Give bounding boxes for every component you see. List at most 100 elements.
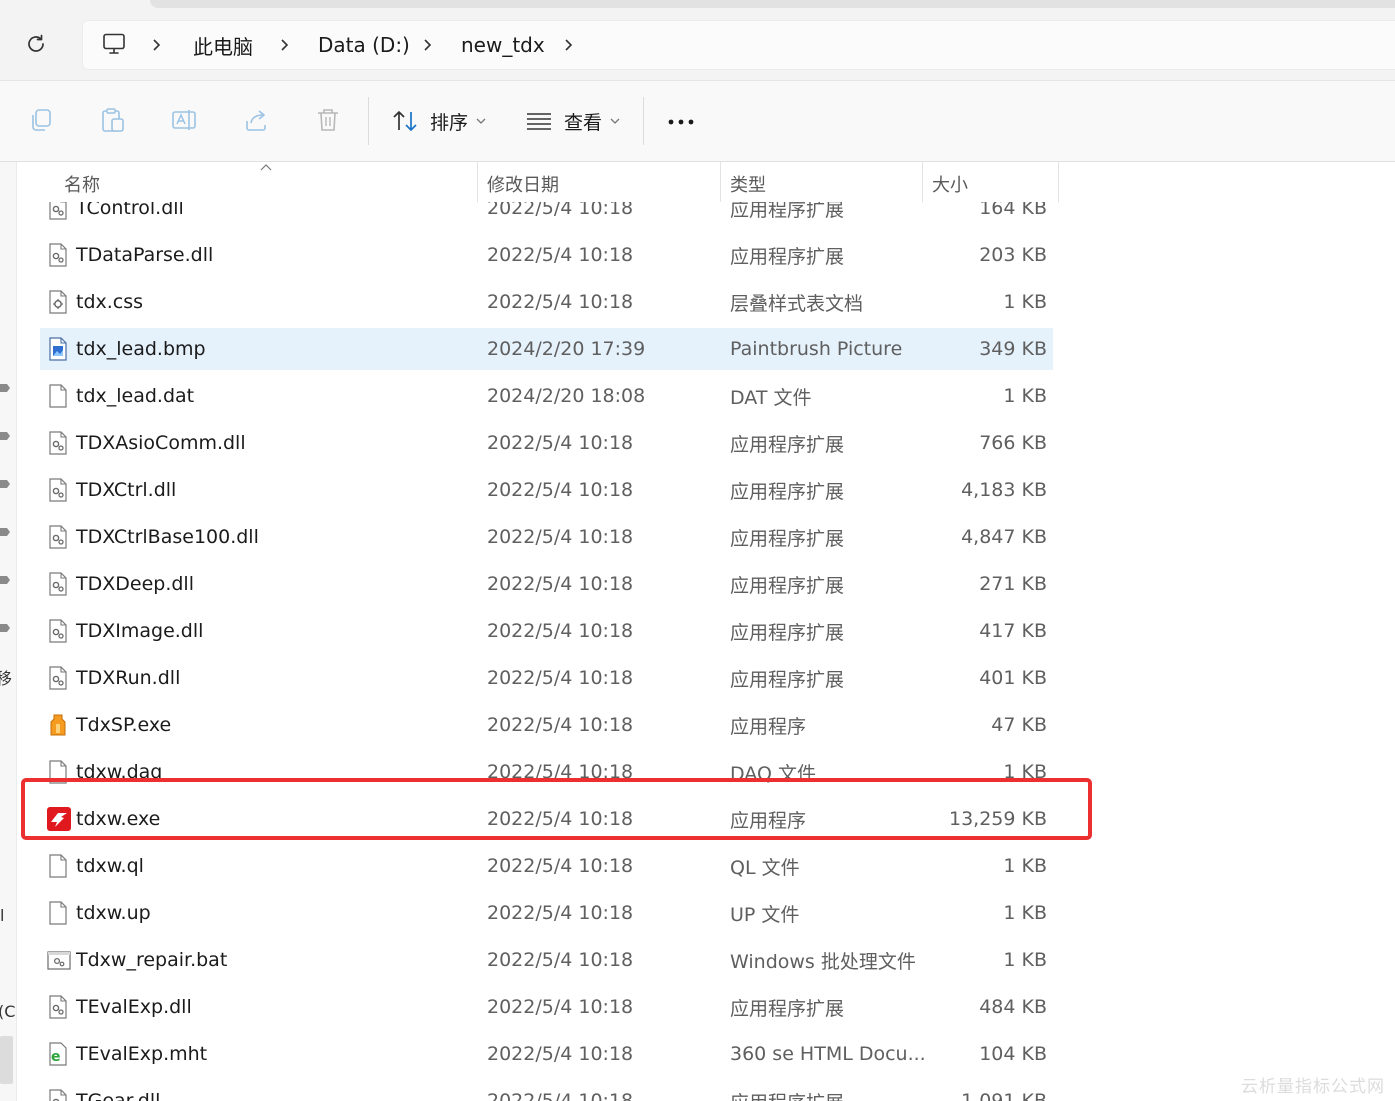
view-button[interactable]: 查看 bbox=[526, 101, 632, 141]
file-type: QL 文件 bbox=[730, 856, 800, 879]
file-row[interactable]: TDXDeep.dll 2022/5/4 10:18 应用程序扩展 271 KB bbox=[40, 563, 1053, 605]
file-row[interactable]: TDXCtrlBase100.dll 2022/5/4 10:18 应用程序扩展 4,… bbox=[40, 516, 1053, 558]
chevron-right-icon[interactable] bbox=[279, 21, 291, 69]
breadcrumb-item-data-d[interactable]: Data (D:) bbox=[318, 21, 410, 69]
trash-icon bbox=[318, 109, 338, 131]
refresh-icon bbox=[28, 34, 44, 52]
file-date: 2022/5/4 10:18 bbox=[487, 714, 634, 736]
file-type: DAT 文件 bbox=[730, 386, 812, 409]
nav-scrollbar-thumb[interactable] bbox=[0, 1036, 13, 1084]
pin-icon[interactable] bbox=[0, 430, 10, 442]
file-type: 360 se HTML Docu... bbox=[730, 1043, 926, 1065]
file-size: 203 KB bbox=[979, 244, 1047, 266]
file-row[interactable]: Tdxw_repair.bat 2022/5/4 10:18 Windows 批处理… bbox=[40, 939, 1053, 981]
file-row[interactable]: tdx.css 2022/5/4 10:18 层叠样式表文档 1 KB bbox=[40, 281, 1053, 323]
nav-item-label[interactable]: (C bbox=[0, 1002, 15, 1021]
column-header-size[interactable]: 大小 bbox=[932, 162, 968, 202]
column-header-type[interactable]: 类型 bbox=[730, 162, 766, 202]
column-divider[interactable] bbox=[1058, 162, 1059, 202]
file-name: TDXDeep.dll bbox=[76, 573, 194, 595]
file-row[interactable]: TdxSP.exe 2022/5/4 10:18 应用程序 47 KB bbox=[40, 704, 1053, 746]
file-name: TEvalExp.mht bbox=[76, 1043, 208, 1065]
dll-icon bbox=[47, 525, 69, 549]
copy-button[interactable] bbox=[28, 107, 54, 133]
file-name: TDXImage.dll bbox=[76, 620, 204, 642]
sort-button[interactable]: 排序 bbox=[392, 101, 498, 141]
address-bar[interactable]: 此电脑 Data (D:) new_tdx bbox=[82, 20, 1395, 70]
sort-label: 排序 bbox=[430, 111, 469, 134]
file-row[interactable]: TDXRun.dll 2022/5/4 10:18 应用程序扩展 401 KB bbox=[40, 657, 1053, 699]
pin-icon[interactable] bbox=[0, 382, 10, 394]
file-row[interactable]: tdx_lead.dat 2024/2/20 18:08 DAT 文件 1 KB bbox=[40, 375, 1053, 417]
file-size: 417 KB bbox=[979, 620, 1047, 642]
chevron-right-icon[interactable] bbox=[422, 21, 434, 69]
share-icon bbox=[246, 110, 266, 131]
pin-icon[interactable] bbox=[0, 622, 10, 634]
pin-icon[interactable] bbox=[0, 574, 10, 586]
tdxsp-exe-icon bbox=[47, 713, 69, 737]
file-row[interactable]: TDXCtrl.dll 2022/5/4 10:18 应用程序扩展 4,183 KB bbox=[40, 469, 1053, 511]
file-name: TDXCtrl.dll bbox=[76, 479, 177, 501]
file-row[interactable]: TDataParse.dll 2022/5/4 10:18 应用程序扩展 203 KB bbox=[40, 234, 1053, 276]
file-date: 2022/5/4 10:18 bbox=[487, 526, 634, 548]
file-size: 4,183 KB bbox=[961, 479, 1047, 501]
chevron-down-icon bbox=[476, 118, 486, 124]
file-date: 2022/5/4 10:18 bbox=[487, 855, 634, 877]
column-divider[interactable] bbox=[922, 162, 923, 202]
file-row[interactable]: TGear.dll 2022/5/4 10:18 应用程序扩展 1,091 KB bbox=[40, 1080, 1053, 1101]
file-row[interactable]: TDXAsioComm.dll 2022/5/4 10:18 应用程序扩展 766 K… bbox=[40, 422, 1053, 464]
file-row[interactable]: TEvalExp.dll 2022/5/4 10:18 应用程序扩展 484 KB bbox=[40, 986, 1053, 1028]
address-bar-region: 此电脑 Data (D:) new_tdx bbox=[0, 0, 1395, 81]
file-row[interactable]: tdxw.ql 2022/5/4 10:18 QL 文件 1 KB bbox=[40, 845, 1053, 887]
nav-item-label[interactable]: l bbox=[0, 906, 4, 925]
file-size: 4,847 KB bbox=[961, 526, 1047, 548]
this-pc-icon[interactable] bbox=[101, 31, 127, 61]
file-size: 271 KB bbox=[979, 573, 1047, 595]
file-row[interactable]: tdx_lead.bmp 2024/2/20 17:39 Paintbrush Pi… bbox=[40, 328, 1053, 370]
dll-icon bbox=[47, 995, 69, 1019]
chevron-down-icon bbox=[610, 118, 620, 124]
dll-icon bbox=[47, 431, 69, 455]
file-size: 766 KB bbox=[979, 432, 1047, 454]
toolbar-separator bbox=[368, 97, 369, 145]
file-date: 2022/5/4 10:18 bbox=[487, 1090, 634, 1101]
pin-icon[interactable] bbox=[0, 478, 10, 490]
file-icon bbox=[47, 384, 69, 408]
paste-icon bbox=[102, 108, 124, 132]
bmp-icon bbox=[47, 337, 69, 361]
file-name: TEvalExp.dll bbox=[76, 996, 192, 1018]
file-name: TDataParse.dll bbox=[76, 244, 214, 266]
file-name: tdx_lead.dat bbox=[76, 385, 195, 407]
file-name: tdxw.up bbox=[76, 902, 151, 924]
command-bar: 排序 查看 bbox=[0, 81, 1395, 162]
file-type: Windows 批处理文件 bbox=[730, 950, 916, 973]
rename-button[interactable] bbox=[171, 107, 197, 133]
file-icon bbox=[47, 854, 69, 878]
file-size: 1 KB bbox=[1003, 385, 1047, 407]
file-date: 2022/5/4 10:18 bbox=[487, 291, 634, 313]
dll-icon bbox=[47, 478, 69, 502]
file-row[interactable]: tdxw.up 2022/5/4 10:18 UP 文件 1 KB bbox=[40, 892, 1053, 934]
column-header-name[interactable]: 名称 bbox=[64, 162, 100, 202]
column-divider[interactable] bbox=[720, 162, 721, 202]
delete-button[interactable] bbox=[315, 107, 341, 133]
pin-icon[interactable] bbox=[0, 526, 10, 538]
more-options-button[interactable] bbox=[666, 107, 696, 137]
refresh-button[interactable] bbox=[22, 30, 50, 58]
nav-item-label[interactable]: 移 bbox=[0, 665, 12, 689]
chevron-right-icon[interactable] bbox=[563, 21, 575, 69]
toolbar-separator bbox=[643, 97, 644, 145]
breadcrumb-item-this-pc[interactable]: 此电脑 bbox=[193, 21, 253, 69]
share-button[interactable] bbox=[243, 107, 269, 133]
file-date: 2022/5/4 10:18 bbox=[487, 244, 634, 266]
breadcrumb-item-new-tdx[interactable]: new_tdx bbox=[461, 21, 545, 69]
file-row[interactable]: e TEvalExp.mht 2022/5/4 10:18 360 se HTML D… bbox=[40, 1033, 1053, 1075]
file-row[interactable]: TDXImage.dll 2022/5/4 10:18 应用程序扩展 417 KB bbox=[40, 610, 1053, 652]
column-header-date[interactable]: 修改日期 bbox=[487, 162, 559, 202]
file-name: TDXRun.dll bbox=[76, 667, 181, 689]
chevron-right-icon[interactable] bbox=[151, 21, 163, 69]
file-date: 2022/5/4 10:18 bbox=[487, 620, 634, 642]
file-type: 应用程序扩展 bbox=[730, 1080, 844, 1101]
column-divider[interactable] bbox=[477, 162, 478, 202]
paste-button[interactable] bbox=[100, 107, 126, 133]
